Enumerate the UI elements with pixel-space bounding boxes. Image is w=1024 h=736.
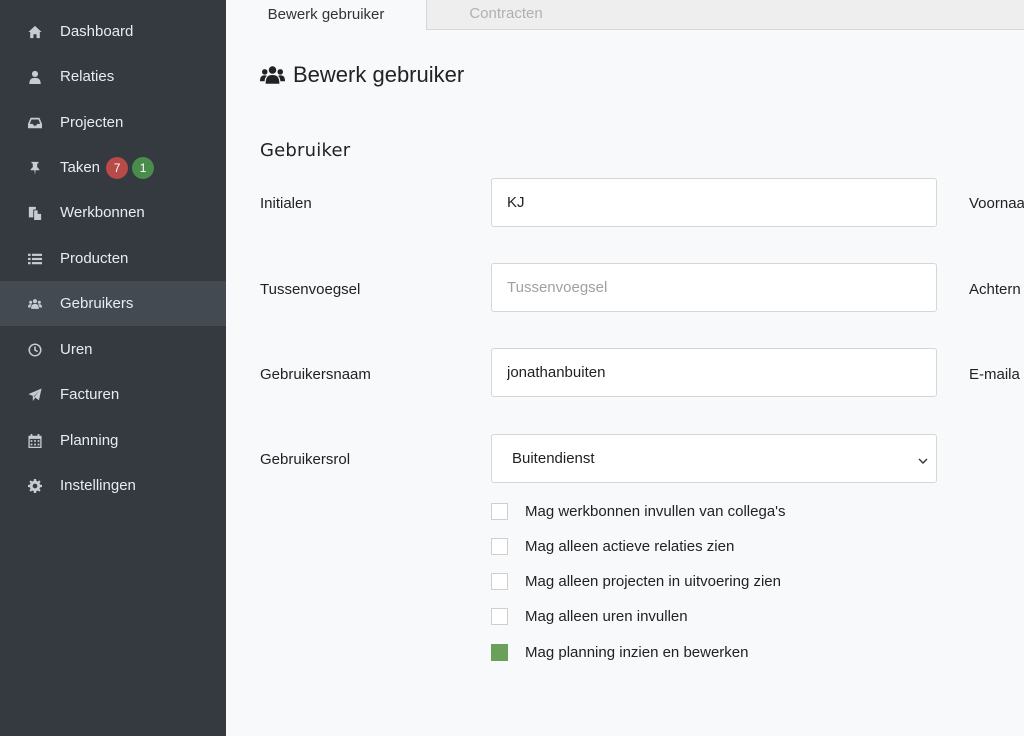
sidebar-item-label: Producten	[60, 250, 129, 267]
paper-plane-icon	[28, 387, 42, 402]
sidebar-item-instellingen[interactable]: Instellingen	[0, 463, 226, 508]
copy-icon	[28, 206, 42, 220]
user-icon	[28, 70, 42, 84]
pin-icon	[28, 161, 42, 175]
checkbox-label: Mag alleen uren invullen	[525, 607, 688, 625]
home-icon	[28, 25, 42, 39]
users-icon	[260, 66, 285, 84]
gebruikersnaam-input[interactable]	[491, 348, 937, 397]
sidebar-item-label: Relaties	[60, 68, 115, 85]
gebruikersrol-select[interactable]: Buitendienst	[491, 434, 937, 483]
gebruikersnaam-label: Gebruikersnaam	[260, 366, 371, 383]
sidebar-item-taken[interactable]: Taken 7 1	[0, 145, 226, 190]
chevron-down-icon	[918, 453, 928, 464]
tussenvoegsel-label: Tussenvoegsel	[260, 281, 361, 298]
checkbox-label: Mag werkbonnen invullen van collega's	[525, 502, 786, 520]
sidebar-item-gebruikers[interactable]: Gebruikers	[0, 281, 226, 326]
checkbox-row[interactable]: Mag planning inzien en bewerken	[491, 642, 748, 662]
sidebar-item-label: Uren	[60, 341, 93, 358]
gear-icon	[28, 478, 42, 493]
gebruikersrol-value: Buitendienst	[512, 450, 595, 467]
checkbox-label: Mag alleen actieve relaties zien	[525, 537, 735, 555]
checkbox-row[interactable]: Mag alleen actieve relaties zien	[491, 536, 734, 556]
checkbox-row[interactable]: Mag werkbonnen invullen van collega's	[491, 501, 786, 521]
sidebar-item-relaties[interactable]: Relaties	[0, 54, 226, 99]
sidebar-item-werkbonnen[interactable]: Werkbonnen	[0, 190, 226, 235]
gebruikersrol-label: Gebruikersrol	[260, 451, 351, 468]
checkbox-checked[interactable]	[491, 643, 508, 661]
initialen-input[interactable]	[491, 178, 937, 227]
tasks-done-badge: 1	[132, 156, 155, 179]
sidebar-item-producten[interactable]: Producten	[0, 236, 226, 281]
sidebar-item-projecten[interactable]: Projecten	[0, 100, 226, 145]
users-icon	[28, 297, 42, 311]
checkbox[interactable]	[491, 607, 508, 625]
achternaam-label: Achtern	[969, 281, 1021, 298]
page-title-text: Bewerk gebruiker	[293, 62, 465, 87]
section-title: Gebruiker	[260, 140, 351, 161]
tasks-open-badge: 7	[106, 156, 129, 179]
checkbox-label: Mag planning inzien en bewerken	[525, 643, 749, 661]
sidebar-item-dashboard[interactable]: Dashboard	[0, 9, 226, 54]
sidebar-item-planning[interactable]: Planning	[0, 418, 226, 463]
sidebar-item-label: Dashboard	[60, 23, 134, 40]
checkbox[interactable]	[491, 572, 508, 590]
checkbox-row[interactable]: Mag alleen projecten in uitvoering zien	[491, 571, 781, 591]
checkbox-label: Mag alleen projecten in uitvoering zien	[525, 572, 781, 590]
voornaam-label: Voornaa	[969, 195, 1024, 212]
page-title: Bewerk gebruiker	[260, 62, 464, 88]
sidebar-item-label: Gebruikers	[60, 295, 134, 312]
sidebar-item-label: Taken	[60, 158, 101, 176]
sidebar-item-label: Planning	[60, 432, 119, 449]
sidebar-item-label: Projecten	[60, 114, 124, 131]
sidebar-item-label: Facturen	[60, 386, 120, 403]
checkbox-row[interactable]: Mag alleen uren invullen	[491, 606, 688, 626]
initialen-label: Initialen	[260, 195, 312, 212]
checkbox[interactable]	[491, 537, 508, 555]
sidebar-item-label: Werkbonnen	[60, 204, 145, 221]
sidebar-item-label: Instellingen	[60, 477, 136, 494]
sidebar-item-facturen[interactable]: Facturen	[0, 372, 226, 417]
list-icon	[28, 252, 42, 266]
calendar-icon	[28, 433, 42, 448]
tussenvoegsel-input[interactable]	[491, 263, 937, 312]
tab-bar: Bewerk gebruiker Contracten	[226, 0, 1024, 30]
inbox-icon	[28, 116, 42, 130]
sidebar-item-uren[interactable]: Uren	[0, 327, 226, 372]
tab-bewerk-gebruiker[interactable]: Bewerk gebruiker	[226, 0, 427, 30]
checkbox[interactable]	[491, 502, 508, 520]
sidebar: Dashboard Relaties Projecten Taken 7 1 Wer…	[0, 0, 226, 736]
clock-icon	[28, 342, 42, 357]
email-label: E-maila	[969, 366, 1020, 383]
tab-contracten[interactable]: Contracten	[428, 0, 584, 29]
